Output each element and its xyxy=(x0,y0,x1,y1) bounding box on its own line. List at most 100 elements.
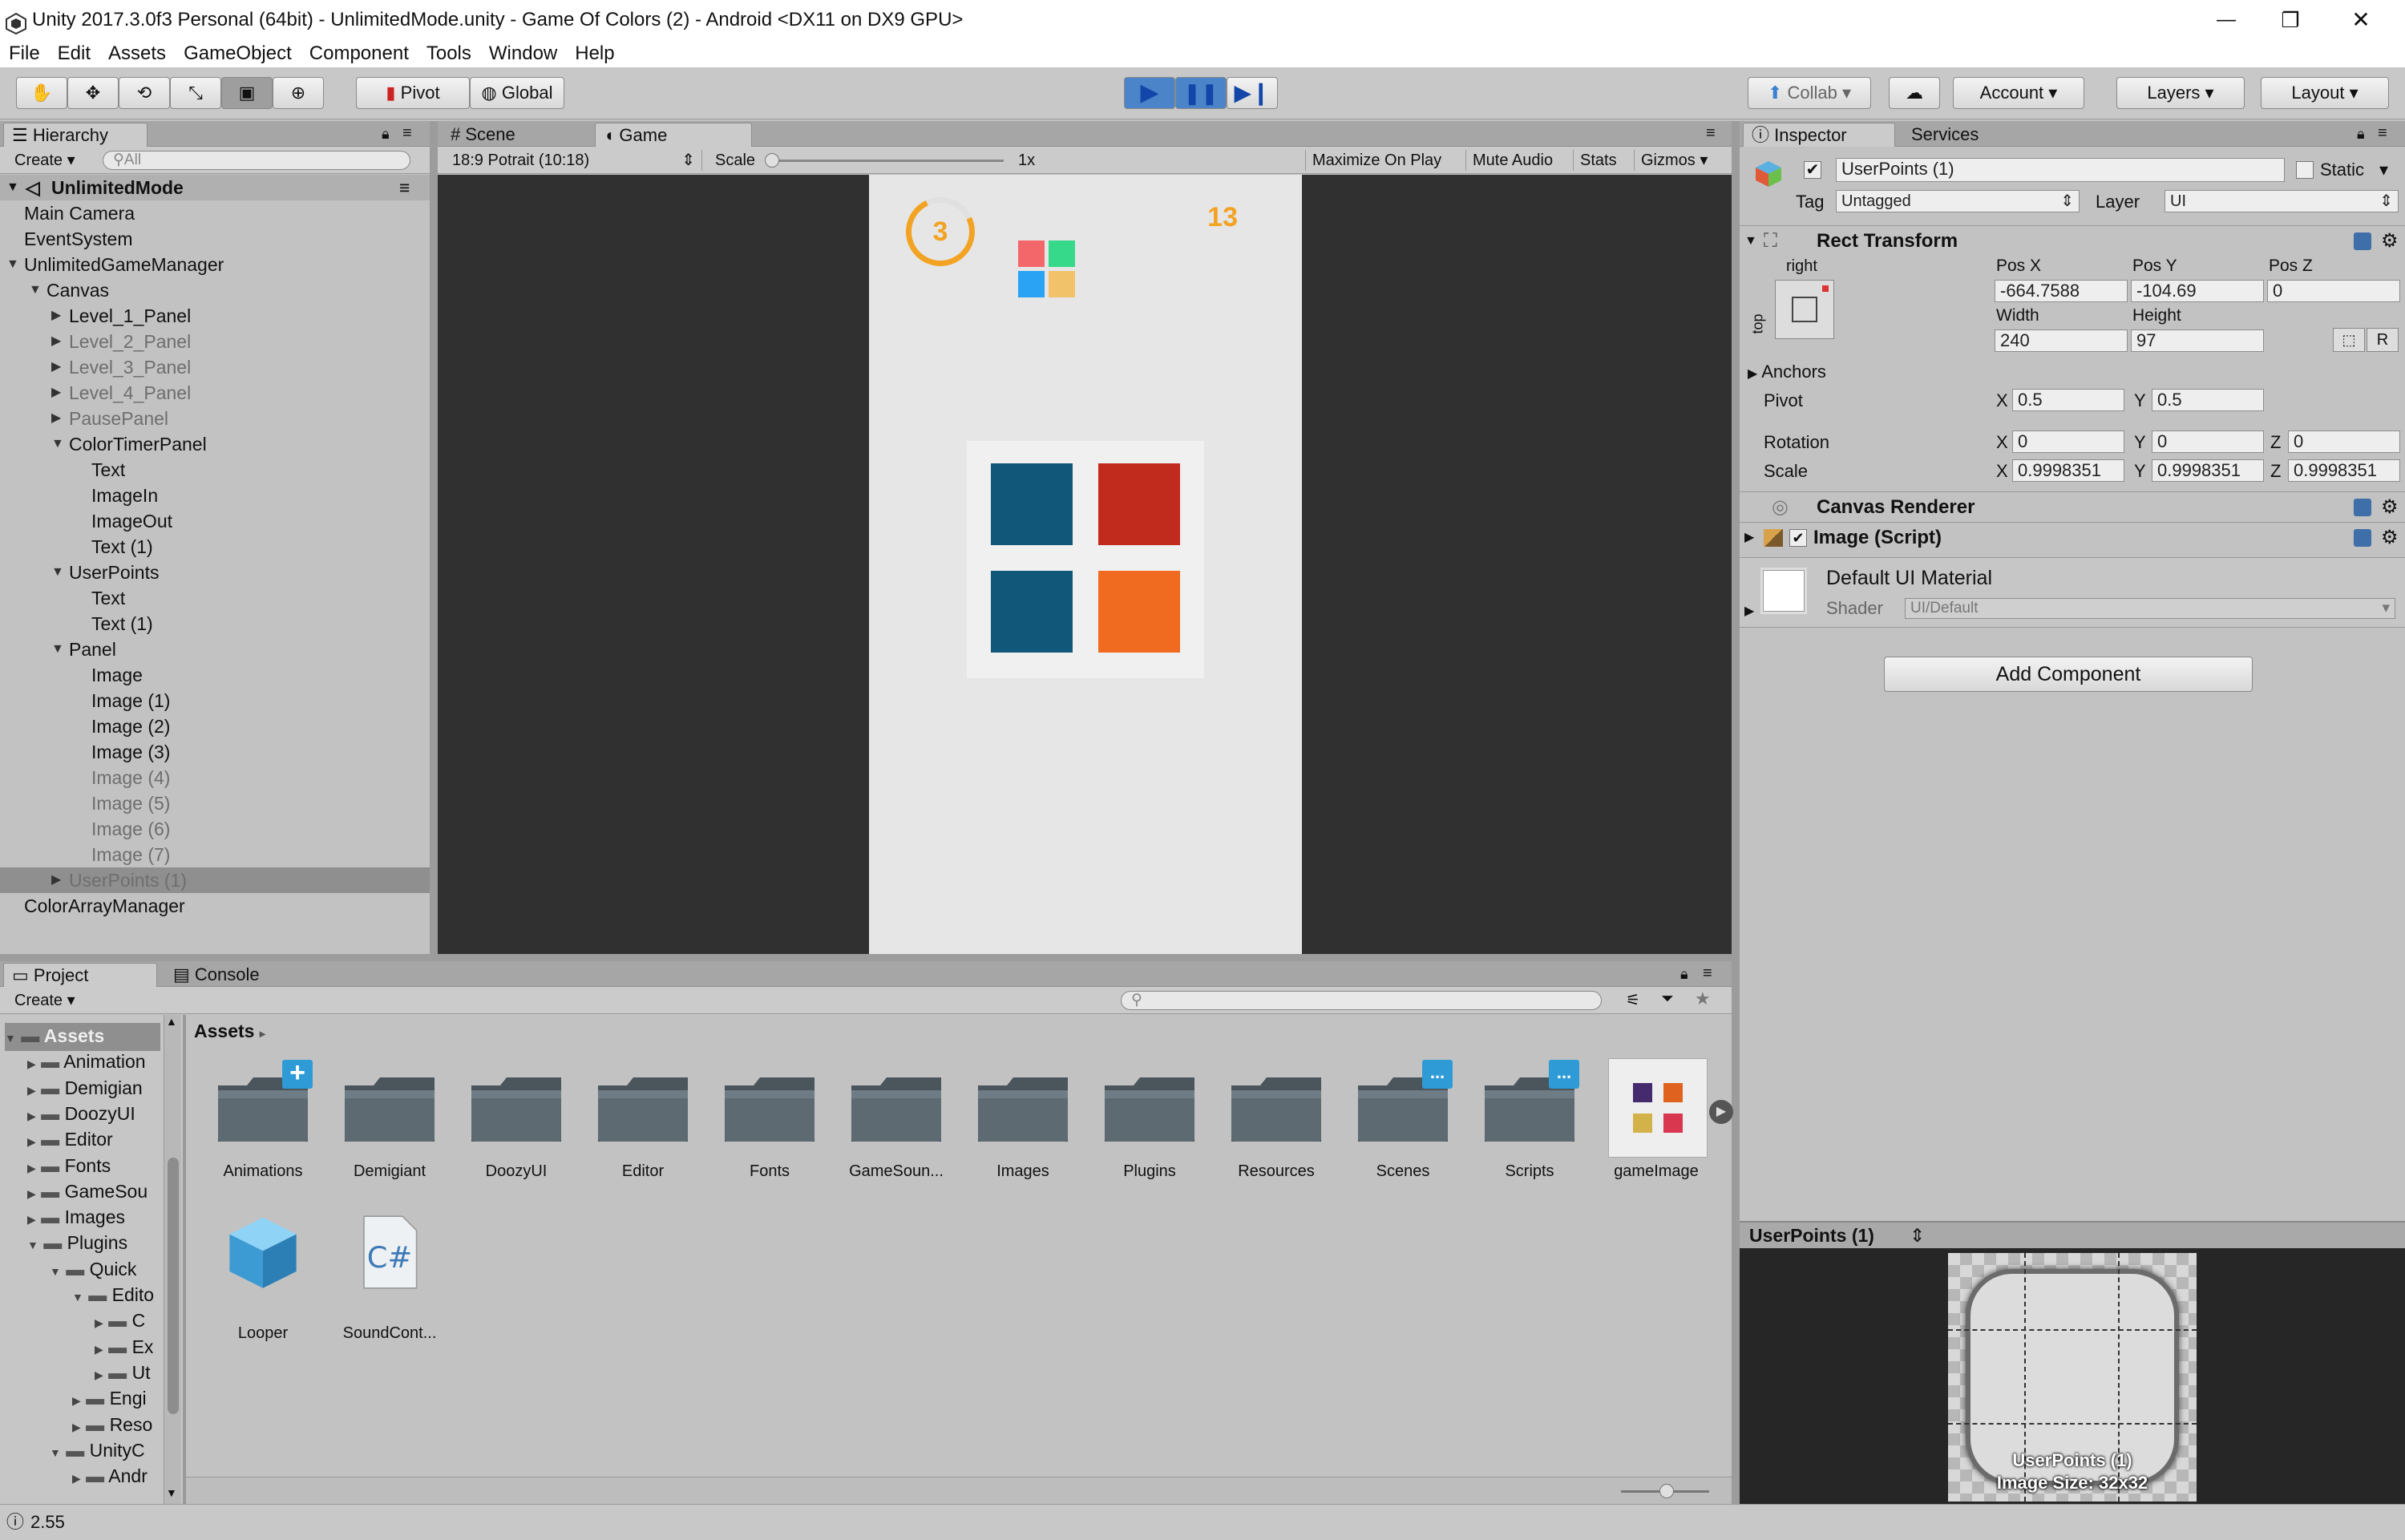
preview-header[interactable]: UserPoints (1) ⇕ xyxy=(1740,1221,2405,1248)
asset-item[interactable]: + Animations xyxy=(215,1059,313,1188)
scene-header[interactable]: ▼ ◁ UnlimitedMode ≡ xyxy=(0,175,430,200)
collapse-arrow-icon[interactable]: ▶ xyxy=(51,380,61,406)
tree-arrow-icon[interactable]: ▼ xyxy=(72,1291,83,1304)
hierarchy-item[interactable]: ImageOut xyxy=(0,508,430,534)
asset-item[interactable]: Editor xyxy=(595,1068,691,1188)
expand-arrow-icon[interactable]: ▶ xyxy=(1744,603,1754,619)
scroll-down-icon[interactable]: ▼ xyxy=(166,1486,177,1499)
scale-x-field[interactable]: 0.9998351 xyxy=(2012,459,2124,482)
tree-arrow-icon[interactable]: ▶ xyxy=(72,1394,81,1407)
anchors-foldout[interactable]: ▶ Anchors xyxy=(1748,362,1826,385)
panel-menu-icon[interactable]: ≡ xyxy=(1706,124,1716,143)
tree-arrow-icon[interactable]: ▶ xyxy=(27,1213,36,1226)
move-tool-button[interactable]: ✥ xyxy=(67,77,119,109)
hierarchy-create-button[interactable]: Create ▾ xyxy=(8,150,82,171)
project-tree-item[interactable]: ▶ ▬ Reso xyxy=(72,1412,152,1440)
project-tree-item[interactable]: ▶ ▬ C xyxy=(95,1308,145,1336)
static-checkbox[interactable] xyxy=(2296,161,2314,179)
scale-slider[interactable] xyxy=(771,160,1004,162)
project-tree-item[interactable]: ▶ ▬ DoozyUI xyxy=(27,1101,135,1129)
help-icon[interactable] xyxy=(2354,529,2371,547)
image-enabled-checkbox[interactable]: ✔ xyxy=(1789,529,1807,547)
tree-arrow-icon[interactable]: ▶ xyxy=(27,1187,36,1200)
asset-item[interactable]: C# SoundCont... xyxy=(342,1215,438,1342)
hierarchy-item[interactable]: ▼ ColorTimerPanel xyxy=(0,431,430,457)
expand-arrow-icon[interactable]: ▶ xyxy=(1744,523,1754,553)
expand-arrow-icon[interactable]: ▼ xyxy=(29,277,42,303)
layout-dropdown[interactable]: Layout ▾ xyxy=(2261,77,2389,109)
project-tree-item[interactable]: ▶ ▬ Ut xyxy=(95,1360,151,1388)
project-tree-item[interactable]: ▶ ▬ Ex xyxy=(95,1334,153,1362)
anchor-preset-button[interactable] xyxy=(1775,280,1834,339)
tab-project[interactable]: ▭ Project xyxy=(3,963,157,987)
menu-component[interactable]: Component xyxy=(301,40,418,67)
hierarchy-item[interactable]: Image (7) xyxy=(0,842,430,867)
project-tree-item[interactable]: ▶ ▬ GameSou xyxy=(27,1178,148,1207)
posx-field[interactable]: -664.7588 xyxy=(1995,280,2128,302)
hierarchy-item[interactable]: EventSystem xyxy=(0,226,430,252)
gear-icon[interactable]: ⚙ xyxy=(2381,492,2399,523)
asset-item[interactable]: ▶ gameImage xyxy=(1608,1058,1733,1188)
hierarchy-item[interactable]: Text (1) xyxy=(0,534,430,560)
hierarchy-item[interactable]: Main Camera xyxy=(0,200,430,226)
scale-z-field[interactable]: 0.9998351 xyxy=(2288,459,2400,482)
project-tree-item[interactable]: ▶ ▬ Images xyxy=(27,1204,125,1232)
pivot-y-field[interactable]: 0.5 xyxy=(2152,389,2264,411)
asset-item[interactable]: Looper xyxy=(215,1217,311,1342)
hierarchy-item[interactable]: ▶ UserPoints (1) xyxy=(0,867,430,893)
play-preview-icon[interactable]: ▶ xyxy=(1709,1100,1733,1124)
expand-arrow-icon[interactable]: ▼ xyxy=(6,252,19,277)
tab-services[interactable]: Services xyxy=(1903,123,2039,147)
close-button[interactable]: ✕ xyxy=(2341,0,2381,40)
layer-dropdown[interactable]: UI ⇕ xyxy=(2164,190,2399,212)
expand-arrow-icon[interactable]: ▼ xyxy=(6,175,19,200)
project-tree-item[interactable]: ▶ ▬ Editor xyxy=(27,1126,113,1154)
project-create-button[interactable]: Create ▾ xyxy=(8,990,82,1011)
play-button[interactable]: ▶ xyxy=(1124,77,1175,109)
transform-tool-button[interactable]: ⊕ xyxy=(273,77,324,109)
hierarchy-item[interactable]: Image (3) xyxy=(0,739,430,765)
project-tree-item[interactable]: ▼ ▬ Assets xyxy=(5,1023,160,1051)
pivot-toggle[interactable]: ▮ Pivot xyxy=(356,77,470,109)
collapse-arrow-icon[interactable]: ▶ xyxy=(51,354,61,380)
tag-dropdown[interactable]: Untagged ⇕ xyxy=(1836,190,2080,212)
tree-arrow-icon[interactable]: ▶ xyxy=(95,1343,103,1356)
menu-edit[interactable]: Edit xyxy=(49,40,99,67)
asset-item[interactable]: GameSoun... xyxy=(848,1068,944,1188)
hierarchy-item[interactable]: ▼ UnlimitedGameManager xyxy=(0,252,430,277)
project-tree-item[interactable]: ▶ ▬ Demigian xyxy=(27,1075,143,1103)
posy-field[interactable]: -104.69 xyxy=(2131,280,2264,302)
filter-type-icon[interactable]: ⚟ xyxy=(1626,990,1640,1010)
help-icon[interactable] xyxy=(2354,232,2371,250)
hierarchy-item[interactable]: ▶ PausePanel xyxy=(0,406,430,431)
hierarchy-item[interactable]: ▶ Level_2_Panel xyxy=(0,329,430,354)
menu-help[interactable]: Help xyxy=(566,40,623,67)
expand-arrow-icon[interactable]: ▼ xyxy=(51,560,64,585)
gear-icon[interactable]: ⚙ xyxy=(2381,523,2399,553)
color-tile[interactable] xyxy=(991,571,1073,653)
hierarchy-item[interactable]: ▼ Panel xyxy=(0,637,430,662)
filter-label-icon[interactable]: ⏷ xyxy=(1661,990,1674,1008)
game-screen[interactable]: 3 13 xyxy=(869,175,1302,954)
collab-dropdown[interactable]: ⬆ Collab ▾ xyxy=(1748,77,1871,109)
project-tree-item[interactable]: ▼ ▬ Quick xyxy=(50,1256,136,1284)
collapse-arrow-icon[interactable]: ▶ xyxy=(51,303,61,329)
hierarchy-item[interactable]: Image xyxy=(0,662,430,688)
tree-arrow-icon[interactable]: ▶ xyxy=(27,1162,36,1174)
asset-item[interactable]: Plugins xyxy=(1101,1068,1198,1188)
hierarchy-search-input[interactable]: ⚲All xyxy=(103,151,410,170)
expand-arrow-icon[interactable]: ▼ xyxy=(1744,226,1757,257)
tab-hierarchy[interactable]: ☰ Hierarchy xyxy=(3,123,148,147)
tree-arrow-icon[interactable]: ▼ xyxy=(27,1239,38,1251)
cloud-button[interactable]: ☁ xyxy=(1889,77,1940,109)
hierarchy-item[interactable]: Image (2) xyxy=(0,713,430,739)
tree-arrow-icon[interactable]: ▼ xyxy=(50,1446,61,1459)
inspector-splitter[interactable] xyxy=(1732,121,1740,1504)
project-search-input[interactable]: ⚲ xyxy=(1121,991,1602,1010)
drag-handle-icon[interactable]: ⇕ xyxy=(1910,1223,1925,1248)
tree-arrow-icon[interactable]: ▶ xyxy=(72,1421,81,1433)
gear-icon[interactable]: ⚙ xyxy=(2381,226,2399,257)
tree-arrow-icon[interactable]: ▶ xyxy=(27,1135,36,1148)
static-dropdown-icon[interactable]: ▾ xyxy=(2379,160,2388,180)
expand-arrow-icon[interactable]: ▼ xyxy=(51,637,64,662)
